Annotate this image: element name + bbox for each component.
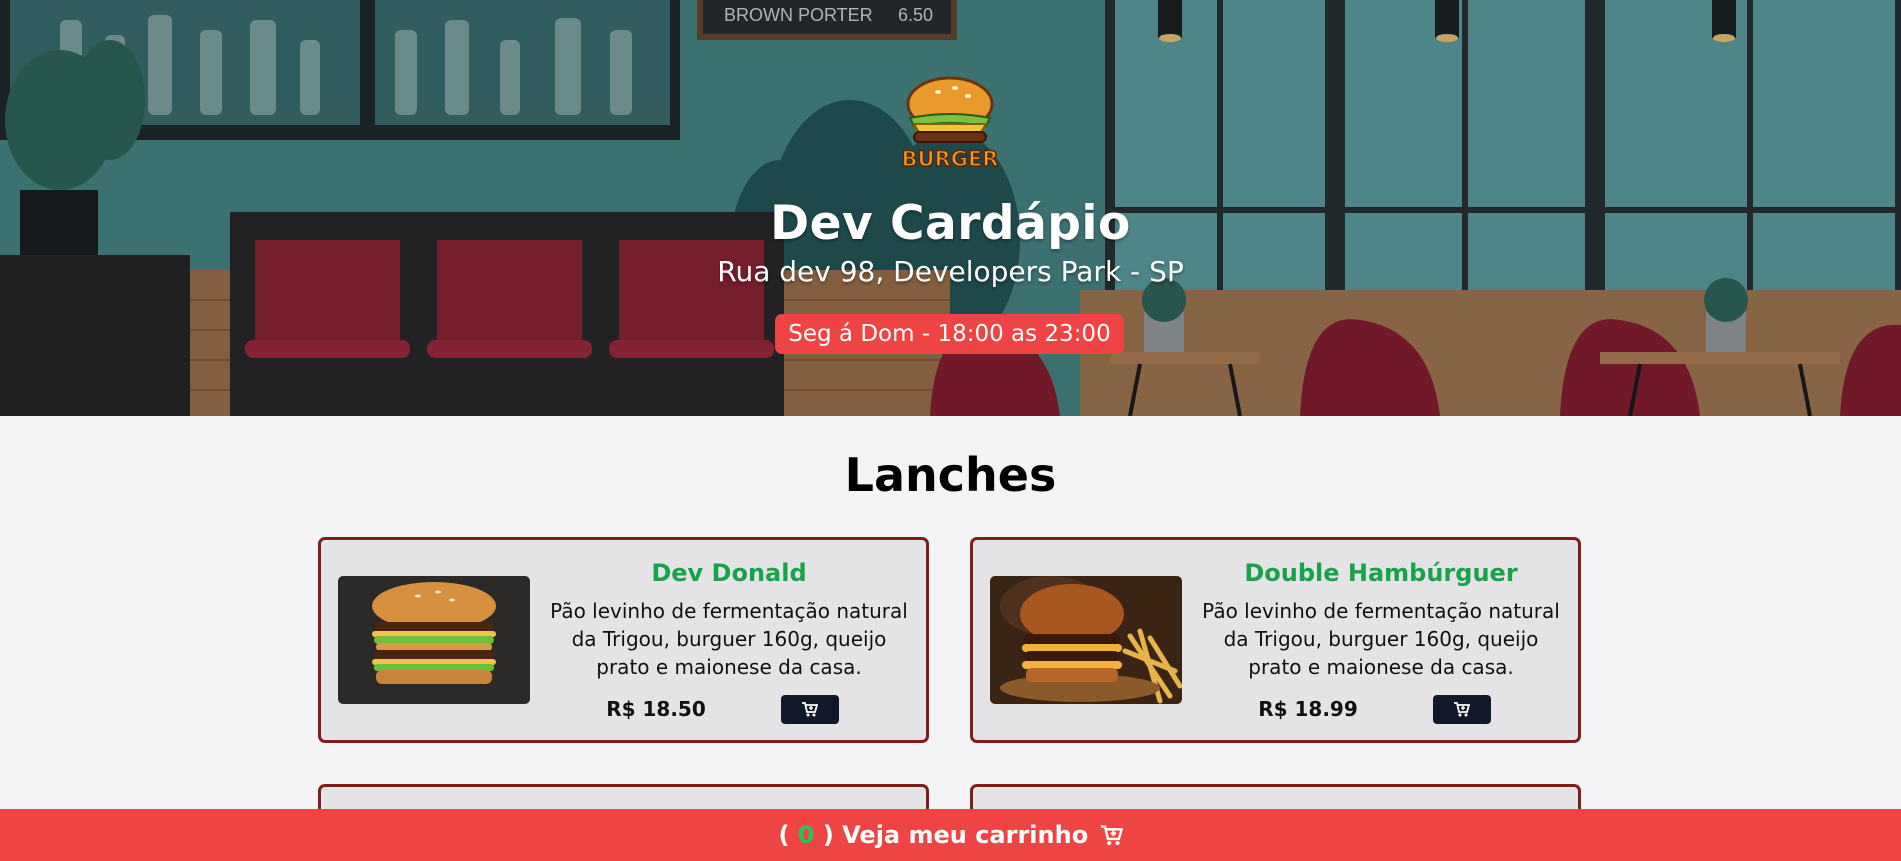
hero-banner: BROWN PORTER 6.50 BURGER Dev Cardápio Ru… (0, 0, 1901, 416)
view-cart-button[interactable]: ( 0 ) Veja meu carrinho (0, 809, 1901, 861)
cart-plus-icon (802, 702, 818, 717)
cart-label: ) Veja meu carrinho (822, 821, 1089, 849)
burger-logo: BURGER (901, 76, 999, 172)
cart-plus-icon (1100, 825, 1123, 846)
add-to-cart-button[interactable] (1433, 695, 1491, 724)
big-mac-burger-photo (338, 576, 530, 704)
cart-plus-icon (1454, 702, 1470, 717)
menu-item-description: Pão levinho de fermentação natural da Tr… (1202, 599, 1560, 679)
restaurant-address: Rua dev 98, Developers Park - SP (717, 255, 1184, 288)
restaurant-title: Dev Cardápio (770, 196, 1131, 251)
menu-item-description: Pão levinho de fermentação natural da Tr… (550, 599, 908, 679)
menu-item-card: Double Hambúrguer Pão levinho de ferment… (970, 537, 1581, 743)
logo-text: BURGER (902, 147, 999, 171)
menu-item-name: Dev Donald (651, 559, 807, 587)
double-burger-fries-photo (990, 576, 1182, 704)
add-to-cart-button[interactable] (781, 695, 839, 724)
cart-open-paren: ( (778, 821, 790, 849)
opening-hours-badge: Seg á Dom - 18:00 as 23:00 (775, 314, 1124, 354)
menu-item-card: Dev Donald Pão levinho de fermentação na… (318, 537, 929, 743)
menu-item-price: R$ 18.99 (1258, 697, 1358, 721)
cart-item-count: 0 (797, 821, 815, 849)
menu-item-name: Double Hambúrguer (1244, 559, 1518, 587)
section-title-lanches: Lanches (844, 448, 1057, 502)
menu-item-price: R$ 18.50 (606, 697, 706, 721)
